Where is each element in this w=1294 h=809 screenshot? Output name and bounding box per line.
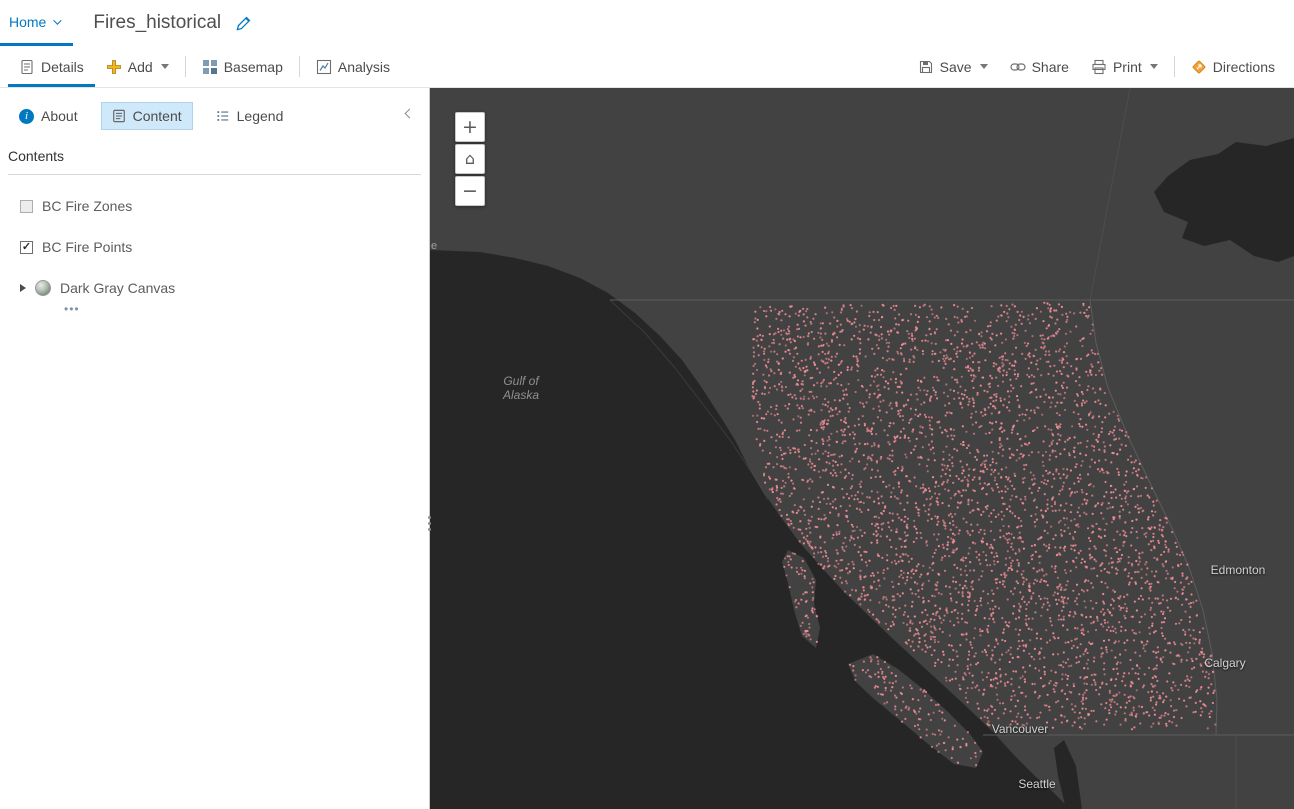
add-button[interactable]: Add [95,46,180,87]
layer-options-ellipsis[interactable]: ••• [64,303,429,315]
details-button[interactable]: Details [8,46,95,87]
basemap-thumbnail-icon [35,280,51,296]
toolbar-left-group: Details Add Basemap Analysis [8,46,401,87]
map-zoom-controls: + ⌂ − [455,112,485,206]
content-icon [112,109,126,123]
toolbar-right-group: Save Share Print Directions [907,46,1286,87]
analysis-button[interactable]: Analysis [305,46,401,87]
basemap-grid-icon [202,59,218,75]
add-layer-icon [106,59,122,75]
toolbar-separator [1173,56,1175,77]
directions-button[interactable]: Directions [1180,46,1286,87]
save-label: Save [939,58,972,75]
tab-legend-label: Legend [236,108,284,124]
add-caret-icon [160,64,169,69]
analysis-label: Analysis [337,58,391,75]
edit-title-icon[interactable] [235,15,252,32]
basemap-button[interactable]: Basemap [191,46,294,87]
legend-icon [216,109,230,123]
share-label: Share [1031,58,1069,75]
tab-about-label: About [41,108,78,124]
panel-resize-handle[interactable] [425,508,433,538]
layer-label: BC Fire Zones [42,198,133,214]
map-area[interactable]: Gulf of Alaska e Edmonton Calgary Vancou… [430,88,1294,809]
layer-label: BC Fire Points [42,239,133,255]
home-extent-button[interactable]: ⌂ [455,144,485,174]
print-icon [1091,59,1107,75]
details-icon [19,59,35,75]
contents-heading: Contents [8,148,65,164]
directions-icon [1191,59,1207,75]
save-icon [918,59,934,75]
add-label: Add [127,58,153,75]
zoom-out-button[interactable]: − [455,176,485,206]
app-header: Home Fires_historical [0,0,1294,46]
collapse-panel-icon[interactable] [404,108,415,119]
info-icon [19,108,34,124]
layer-checkbox[interactable] [20,240,33,254]
details-label: Details [41,58,84,75]
toolbar-separator [184,56,186,77]
page-title: Fires_historical [93,12,222,33]
print-label: Print [1112,58,1142,75]
panel-tabs: About Content Legend [8,100,421,132]
tab-legend[interactable]: Legend [205,102,295,130]
directions-label: Directions [1212,58,1275,75]
expand-arrow-icon[interactable] [20,284,26,292]
basemap-canvas [430,88,1294,809]
home-link-label: Home [9,13,47,30]
save-caret-icon [979,64,988,69]
print-button[interactable]: Print [1080,46,1169,87]
basemap-label: Basemap [223,58,283,75]
tab-content[interactable]: Content [100,102,193,130]
tab-content-label: Content [132,108,182,124]
save-button[interactable]: Save [907,46,999,87]
tab-about[interactable]: About [8,102,89,130]
toolbar-separator [298,56,300,77]
layer-row-bc-fire-points[interactable]: BC Fire Points [20,237,429,257]
layer-checkbox[interactable] [20,199,33,213]
print-caret-icon [1149,64,1158,69]
analysis-icon [316,59,332,75]
share-link-icon [1009,59,1026,75]
layer-label: Dark Gray Canvas [60,280,176,296]
details-panel: About Content Legend Contents BC Fire Zo… [0,88,433,809]
share-button[interactable]: Share [999,46,1080,87]
zoom-in-button[interactable]: + [455,112,485,142]
chevron-down-icon [53,15,63,25]
home-menu[interactable]: Home [0,0,74,46]
toolbar: Details Add Basemap Analysis Save Share … [0,46,1294,88]
divider [8,174,421,175]
layer-row-bc-fire-zones[interactable]: BC Fire Zones [20,196,429,216]
layer-row-dark-gray-canvas[interactable]: Dark Gray Canvas [20,278,429,298]
home-link[interactable]: Home [9,13,63,30]
